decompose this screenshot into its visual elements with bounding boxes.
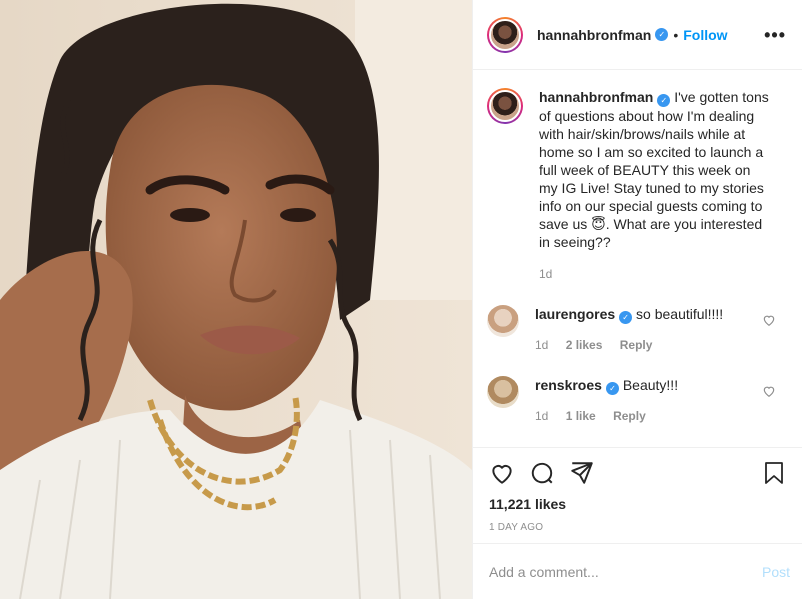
likes-count[interactable]: 11,221 likes bbox=[489, 496, 786, 512]
separator-dot: • bbox=[673, 26, 679, 43]
comment-text: so beautiful!!!! bbox=[636, 306, 724, 322]
comment-item: renskroes ✓ Beauty!!! 1d 1 like Reply bbox=[487, 376, 786, 425]
more-options-icon[interactable]: ••• bbox=[764, 26, 786, 44]
comment-text: Beauty!!! bbox=[622, 377, 679, 393]
selfie-image bbox=[0, 0, 472, 599]
post-comment-button[interactable]: Post bbox=[762, 564, 790, 580]
post-header: hannahbronfman ✓ • Follow ••• bbox=[473, 0, 802, 70]
caption-text: I've gotten tons of questions about how … bbox=[539, 89, 769, 250]
comment-like-heart-icon[interactable] bbox=[762, 313, 776, 327]
comment-icon[interactable] bbox=[529, 460, 555, 486]
post-modal: hannahbronfman ✓ • Follow ••• hannahbron… bbox=[0, 0, 802, 599]
comment-username[interactable]: laurengores bbox=[535, 306, 615, 322]
bookmark-icon[interactable] bbox=[762, 460, 786, 486]
reply-button[interactable]: Reply bbox=[620, 338, 653, 352]
caption-author-username[interactable]: hannahbronfman bbox=[539, 89, 653, 105]
comment-time[interactable]: 1d bbox=[535, 409, 548, 423]
caption: hannahbronfman ✓ I've gotten tons of ques… bbox=[487, 88, 786, 283]
add-comment-bar: Post bbox=[473, 543, 802, 599]
comment-like-heart-icon[interactable] bbox=[762, 384, 776, 398]
caption-author-avatar[interactable] bbox=[487, 88, 523, 124]
post-side-panel: hannahbronfman ✓ • Follow ••• hannahbron… bbox=[472, 0, 802, 599]
verified-icon: ✓ bbox=[655, 28, 669, 41]
caption-time[interactable]: 1d bbox=[539, 265, 771, 283]
comment-likes[interactable]: 1 like bbox=[566, 409, 596, 423]
verified-icon: ✓ bbox=[605, 382, 619, 395]
comment-likes[interactable]: 2 likes bbox=[566, 338, 603, 352]
comment-item: laurengores ✓ so beautiful!!!! 1d 2 likes… bbox=[487, 305, 786, 354]
comments-section: hannahbronfman ✓ I've gotten tons of ques… bbox=[473, 70, 802, 447]
commenter-avatar[interactable] bbox=[487, 305, 519, 337]
action-bar: 11,221 likes 1 DAY AGO bbox=[473, 447, 802, 543]
verified-icon: ✓ bbox=[619, 311, 633, 324]
verified-icon: ✓ bbox=[657, 94, 671, 107]
author-username[interactable]: hannahbronfman bbox=[537, 27, 651, 43]
reply-button[interactable]: Reply bbox=[613, 409, 646, 423]
post-photo[interactable] bbox=[0, 0, 472, 599]
comment-time[interactable]: 1d bbox=[535, 338, 548, 352]
comment-input[interactable] bbox=[489, 563, 762, 580]
follow-button[interactable]: Follow bbox=[683, 27, 727, 43]
heart-icon[interactable] bbox=[489, 460, 515, 486]
post-timestamp[interactable]: 1 DAY AGO bbox=[489, 522, 786, 533]
comment-username[interactable]: renskroes bbox=[535, 377, 602, 393]
commenter-avatar[interactable] bbox=[487, 376, 519, 408]
author-avatar[interactable] bbox=[487, 16, 523, 53]
share-icon[interactable] bbox=[569, 460, 595, 486]
